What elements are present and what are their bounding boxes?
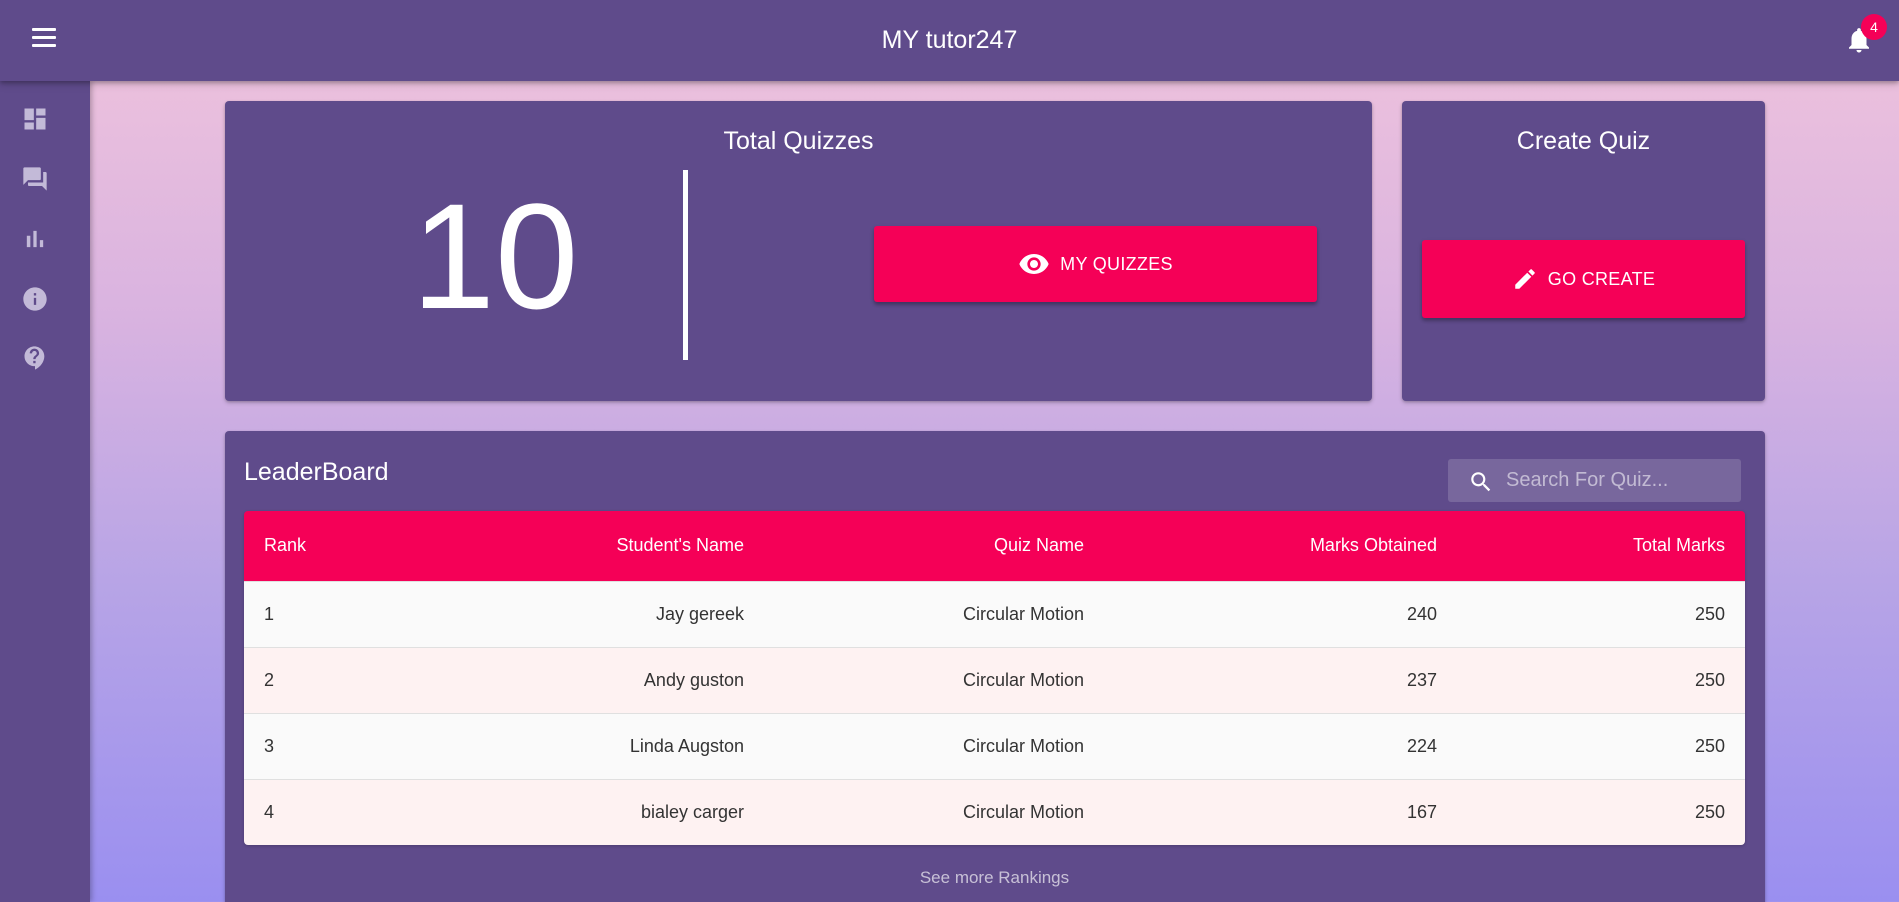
- column-header-marks-obtained[interactable]: Marks Obtained: [1104, 511, 1457, 581]
- go-create-button[interactable]: GO CREATE: [1422, 240, 1745, 318]
- forum-icon[interactable]: [21, 165, 49, 193]
- leaderboard-card: LeaderBoard Rank Student's Name Quiz Nam…: [225, 431, 1765, 902]
- app-title: MY tutor247: [881, 26, 1018, 54]
- marks-obtained-cell: 167: [1104, 778, 1457, 845]
- my-quizzes-label: MY QUIZZES: [1060, 253, 1173, 274]
- total-marks-cell: 250: [1457, 778, 1745, 845]
- table-row: 3 Linda Augston Circular Motion 224 250: [244, 712, 1745, 779]
- create-quiz-title: Create Quiz: [1516, 127, 1651, 155]
- quiz-name-cell: Circular Motion: [764, 580, 1104, 647]
- column-header-quiz-name[interactable]: Quiz Name: [764, 511, 1104, 581]
- total-marks-cell: 250: [1457, 712, 1745, 779]
- rank-cell: 4: [244, 778, 424, 845]
- rank-cell: 3: [244, 712, 424, 779]
- student-name-cell: Linda Augston: [424, 712, 764, 779]
- marks-obtained-cell: 224: [1104, 712, 1457, 779]
- create-quiz-card: Create Quiz GO CREATE: [1402, 101, 1765, 401]
- table-row: 2 Andy guston Circular Motion 237 250: [244, 646, 1745, 713]
- leaderboard-title: LeaderBoard: [244, 458, 389, 486]
- total-marks-cell: 250: [1457, 646, 1745, 713]
- student-name-cell: Jay gereek: [424, 580, 764, 647]
- bar-chart-icon[interactable]: [21, 225, 49, 253]
- search-field[interactable]: [1448, 459, 1741, 502]
- rank-cell: 1: [244, 580, 424, 647]
- info-icon[interactable]: [21, 285, 49, 313]
- eye-icon: [1019, 254, 1049, 274]
- student-name-cell: bialey carger: [424, 778, 764, 845]
- column-header-student-name[interactable]: Student's Name: [424, 511, 764, 581]
- leaderboard-table: Rank Student's Name Quiz Name Marks Obta…: [244, 511, 1745, 845]
- search-input[interactable]: [1506, 459, 1731, 502]
- sidebar: [0, 81, 90, 902]
- help-icon[interactable]: [21, 344, 49, 372]
- top-app-bar: MY tutor247 4: [0, 0, 1899, 81]
- marks-obtained-cell: 237: [1104, 646, 1457, 713]
- table-row: 4 bialey carger Circular Motion 167 250: [244, 778, 1745, 845]
- total-marks-cell: 250: [1457, 580, 1745, 647]
- marks-obtained-cell: 240: [1104, 580, 1457, 647]
- table-row: 1 Jay gereek Circular Motion 240 250: [244, 580, 1745, 647]
- rank-cell: 2: [244, 646, 424, 713]
- student-name-cell: Andy guston: [424, 646, 764, 713]
- pencil-icon: [1515, 269, 1535, 289]
- quiz-name-cell: Circular Motion: [764, 646, 1104, 713]
- quiz-name-cell: Circular Motion: [764, 778, 1104, 845]
- notification-count-badge: 4: [1861, 14, 1887, 40]
- quiz-name-cell: Circular Motion: [764, 712, 1104, 779]
- see-more-rankings-link[interactable]: See more Rankings: [225, 868, 1764, 888]
- go-create-label: GO CREATE: [1547, 268, 1656, 289]
- divider: [683, 170, 688, 360]
- dashboard-icon[interactable]: [21, 105, 49, 133]
- total-quizzes-count: 10: [411, 172, 579, 340]
- total-quizzes-title: Total Quizzes: [723, 127, 874, 155]
- total-quizzes-card: Total Quizzes 10 MY QUIZZES: [225, 101, 1372, 401]
- search-icon: [1471, 472, 1491, 492]
- my-quizzes-button[interactable]: MY QUIZZES: [874, 226, 1317, 302]
- column-header-rank[interactable]: Rank: [244, 511, 424, 581]
- column-header-total-marks[interactable]: Total Marks: [1457, 511, 1745, 581]
- table-header-row: Rank Student's Name Quiz Name Marks Obta…: [244, 511, 1745, 581]
